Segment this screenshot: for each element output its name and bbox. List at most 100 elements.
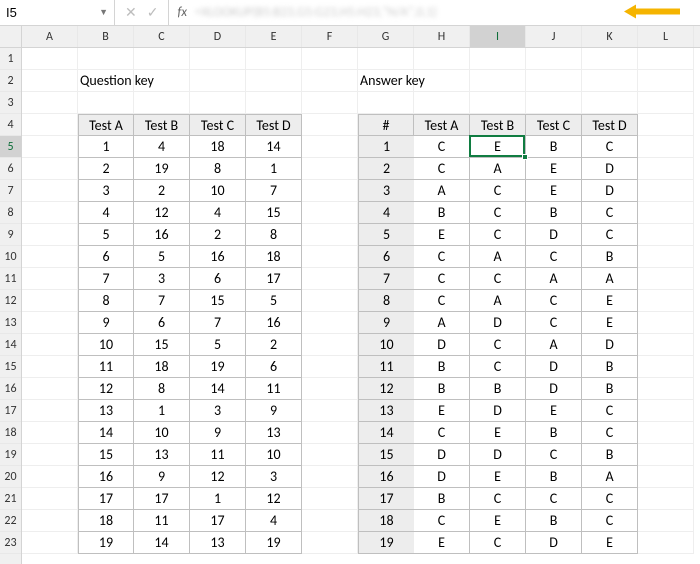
cell[interactable]: 4 [246,510,302,532]
cell[interactable]: 3 [134,268,190,290]
cell[interactable]: E [414,400,470,422]
cell[interactable] [638,444,694,466]
cell[interactable]: 7 [134,290,190,312]
row-header-3[interactable]: 3 [0,92,21,114]
cell[interactable]: 19 [134,158,190,180]
cell[interactable]: 5 [246,290,302,312]
cell[interactable] [22,114,78,136]
column-header-J[interactable]: J [526,26,582,47]
cell[interactable]: C [470,180,526,202]
cell[interactable] [302,400,358,422]
cell[interactable]: 11 [246,378,302,400]
cell[interactable]: Test A [414,114,470,136]
cell[interactable] [302,136,358,158]
cell[interactable]: C [526,444,582,466]
cell[interactable]: 13 [358,400,414,422]
cell[interactable] [22,136,78,158]
cancel-icon[interactable]: ✕ [125,4,137,21]
cell[interactable]: E [582,532,638,554]
cell[interactable] [22,356,78,378]
cell[interactable]: C [414,510,470,532]
cell[interactable] [302,466,358,488]
cell[interactable]: 15 [78,444,134,466]
cell[interactable] [638,378,694,400]
cell[interactable]: E [470,466,526,488]
cell[interactable] [638,70,694,92]
cell[interactable]: B [582,378,638,400]
cell[interactable] [526,48,582,70]
cell[interactable] [526,70,582,92]
cell[interactable]: 10 [190,180,246,202]
cell[interactable]: C [470,202,526,224]
cell[interactable]: 2 [190,224,246,246]
row-header-5[interactable]: 5 [0,136,21,158]
row-header-13[interactable]: 13 [0,312,21,334]
cell[interactable]: C [414,268,470,290]
cell[interactable] [22,158,78,180]
cell[interactable] [246,48,302,70]
cell[interactable]: 8 [78,290,134,312]
cell[interactable] [22,532,78,554]
cell[interactable]: 1 [134,400,190,422]
cell[interactable] [190,48,246,70]
cell[interactable] [246,70,302,92]
row-header-15[interactable]: 15 [0,356,21,378]
cell[interactable]: E [470,422,526,444]
cell[interactable] [22,224,78,246]
cell[interactable] [526,92,582,114]
cell[interactable]: C [582,488,638,510]
cell[interactable] [638,114,694,136]
cell[interactable] [470,92,526,114]
cell[interactable]: B [414,202,470,224]
cell[interactable] [638,400,694,422]
cell[interactable] [22,510,78,532]
cell[interactable]: 13 [134,444,190,466]
cell[interactable] [22,70,78,92]
cell[interactable] [22,422,78,444]
cell[interactable]: E [526,400,582,422]
cell[interactable]: 8 [246,224,302,246]
cell[interactable]: 4 [358,202,414,224]
cell[interactable]: E [414,532,470,554]
fx-label[interactable]: fx [169,5,195,20]
cell[interactable]: 18 [358,510,414,532]
column-header-F[interactable]: F [302,26,358,47]
cell[interactable]: 1 [246,158,302,180]
cell[interactable] [22,290,78,312]
cell[interactable] [638,488,694,510]
cell[interactable]: E [582,312,638,334]
column-header-G[interactable]: G [358,26,414,47]
cell[interactable]: Test C [526,114,582,136]
cell[interactable]: 9 [190,422,246,444]
row-header-4[interactable]: 4 [0,114,21,136]
cell[interactable]: D [526,532,582,554]
cell[interactable] [302,444,358,466]
cell[interactable]: E [526,180,582,202]
cell[interactable] [22,180,78,202]
cell[interactable]: 5 [358,224,414,246]
commit-icon[interactable]: ✓ [147,4,159,21]
cell[interactable]: 14 [190,378,246,400]
cell[interactable]: D [414,444,470,466]
cell[interactable]: E [526,158,582,180]
cell[interactable]: 3 [358,180,414,202]
cell[interactable] [302,158,358,180]
cell[interactable]: 11 [190,444,246,466]
cell[interactable]: A [470,290,526,312]
cell[interactable]: 8 [190,158,246,180]
row-header-23[interactable]: 23 [0,532,21,554]
column-header-I[interactable]: I [470,26,526,47]
cell[interactable] [638,92,694,114]
cell[interactable]: 9 [358,312,414,334]
cell[interactable]: A [414,180,470,202]
row-header-20[interactable]: 20 [0,466,21,488]
cell[interactable]: D [470,312,526,334]
cell[interactable]: B [582,246,638,268]
cell[interactable]: 5 [134,246,190,268]
cell[interactable]: 13 [246,422,302,444]
cell[interactable]: D [526,378,582,400]
column-header-C[interactable]: C [134,26,190,47]
cell[interactable] [22,246,78,268]
row-header-11[interactable]: 11 [0,268,21,290]
cell[interactable] [246,92,302,114]
